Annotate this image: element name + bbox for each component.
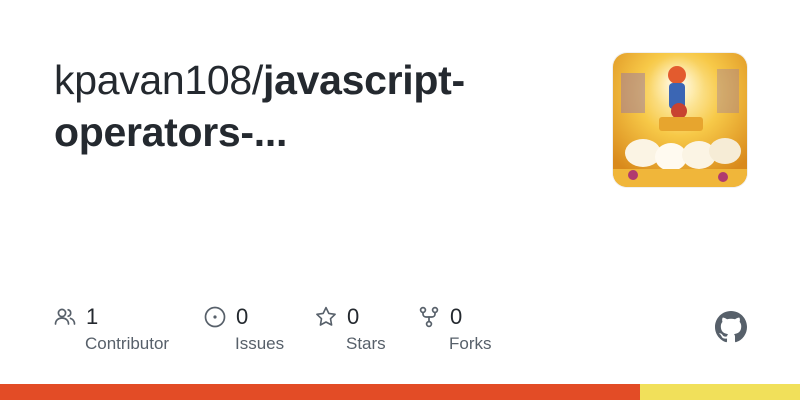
stat-stars[interactable]: 0 Stars: [314, 303, 386, 363]
forks-count: 0: [450, 304, 463, 329]
stars-label: Stars: [346, 334, 386, 353]
repo-name-continued: operators-...: [54, 109, 288, 155]
owner-avatar: [613, 53, 747, 187]
stat-issues[interactable]: 0 Issues: [203, 303, 284, 363]
language-segment-1: [640, 384, 800, 400]
repo-owner: kpavan108/: [54, 57, 264, 103]
repo-name: javascript-: [263, 57, 465, 103]
issue-icon: [203, 305, 227, 329]
stat-forks[interactable]: 0 Forks: [417, 303, 492, 363]
language-segment-0: [0, 384, 640, 400]
contributors-count: 1: [86, 304, 99, 329]
fork-icon: [417, 305, 441, 329]
star-icon: [314, 305, 338, 329]
stars-count: 0: [347, 304, 360, 329]
github-icon[interactable]: [715, 311, 747, 343]
stat-contributors[interactable]: 1 Contributor: [53, 303, 169, 363]
repo-title: kpavan108/javascript- operators-...: [54, 54, 574, 158]
issues-count: 0: [236, 304, 249, 329]
issues-label: Issues: [235, 334, 285, 353]
people-icon: [53, 305, 77, 329]
forks-label: Forks: [449, 334, 492, 353]
language-bar: [0, 384, 800, 400]
contributors-label: Contributor: [85, 334, 170, 353]
